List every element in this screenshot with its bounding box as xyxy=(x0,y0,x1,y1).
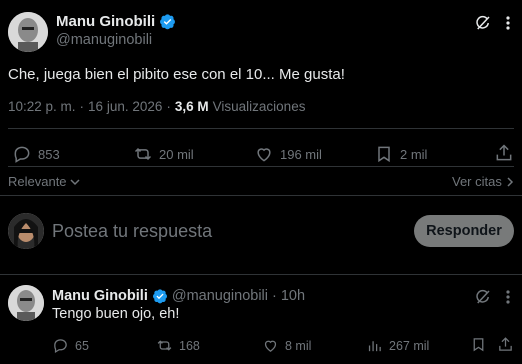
views-label: Visualizaciones xyxy=(212,99,306,114)
reply-button[interactable]: Responder xyxy=(414,215,514,247)
verified-badge-icon xyxy=(152,288,168,304)
reply-author-handle[interactable]: @manuginobili xyxy=(172,288,268,304)
author-handle[interactable]: @manuginobili xyxy=(56,32,152,48)
more-icon[interactable] xyxy=(500,16,516,30)
retweet-count: 20 mil xyxy=(159,146,194,162)
sort-label: Relevante xyxy=(8,174,67,189)
user-avatar[interactable] xyxy=(8,213,44,249)
bookmark-count: 2 mil xyxy=(400,146,428,162)
views-count: 3,6 M xyxy=(174,99,209,114)
bookmark-icon xyxy=(374,144,394,164)
reply-icon xyxy=(12,144,32,164)
retweet-icon xyxy=(133,144,153,164)
retweet-icon xyxy=(156,337,173,354)
reply-text: Tengo buen ojo, eh! xyxy=(52,306,180,322)
like-count: 8 mil xyxy=(285,338,312,353)
reply-count: 65 xyxy=(75,338,89,353)
like-action[interactable]: 8 mil xyxy=(262,337,311,354)
like-count: 196 mil xyxy=(280,146,322,162)
reply-author-avatar[interactable] xyxy=(8,285,44,321)
reply-icon xyxy=(52,337,69,354)
tweet-text: Che, juega bien el pibito ese con el 10.… xyxy=(8,66,345,83)
verified-badge-icon xyxy=(159,13,176,30)
see-quotes-label: Ver citas xyxy=(452,174,502,189)
divider xyxy=(8,166,514,167)
meta-separator: · xyxy=(79,99,85,114)
tweet-meta: 10:22 p. m. · 16 jun. 2026 · 3,6 M Visua… xyxy=(8,99,305,114)
retweet-count: 168 xyxy=(179,338,200,353)
tweet-time[interactable]: 10:22 p. m. xyxy=(8,99,76,114)
views-icon xyxy=(366,337,383,354)
author-name[interactable]: Manu Ginobili xyxy=(56,13,155,30)
views-action[interactable]: 267 mil xyxy=(366,337,429,354)
retweet-action[interactable]: 20 mil xyxy=(133,144,194,164)
chevron-down-icon xyxy=(69,176,81,188)
retweet-action[interactable]: 168 xyxy=(156,337,200,354)
share-icon[interactable] xyxy=(494,143,514,163)
meta-separator: · xyxy=(272,288,277,304)
reply-input[interactable]: Postea tu respuesta xyxy=(52,221,392,242)
author-avatar[interactable] xyxy=(8,12,48,52)
views-count: 267 mil xyxy=(389,338,430,353)
bookmark-icon[interactable] xyxy=(470,336,487,353)
like-icon xyxy=(254,144,274,164)
divider xyxy=(0,274,522,275)
bookmark-action[interactable]: 2 mil xyxy=(374,144,427,164)
see-quotes[interactable]: Ver citas xyxy=(452,174,515,189)
reply-author-name[interactable]: Manu Ginobili xyxy=(52,288,148,304)
like-action[interactable]: 196 mil xyxy=(254,144,322,164)
divider xyxy=(8,128,514,129)
sort-relevant[interactable]: Relevante xyxy=(8,174,81,189)
share-icon[interactable] xyxy=(497,336,514,353)
grok-icon[interactable] xyxy=(474,14,492,32)
reply-action[interactable]: 65 xyxy=(52,337,89,354)
grok-icon[interactable] xyxy=(474,288,492,306)
chevron-right-icon xyxy=(505,176,515,188)
more-icon[interactable] xyxy=(500,290,516,304)
meta-separator: · xyxy=(166,99,171,114)
like-icon xyxy=(262,337,279,354)
divider xyxy=(0,195,522,196)
reply-age[interactable]: 10h xyxy=(281,288,305,304)
tweet-date[interactable]: 16 jun. 2026 xyxy=(88,99,162,114)
reply-action[interactable]: 853 xyxy=(12,144,60,164)
reply-count: 853 xyxy=(38,146,60,162)
